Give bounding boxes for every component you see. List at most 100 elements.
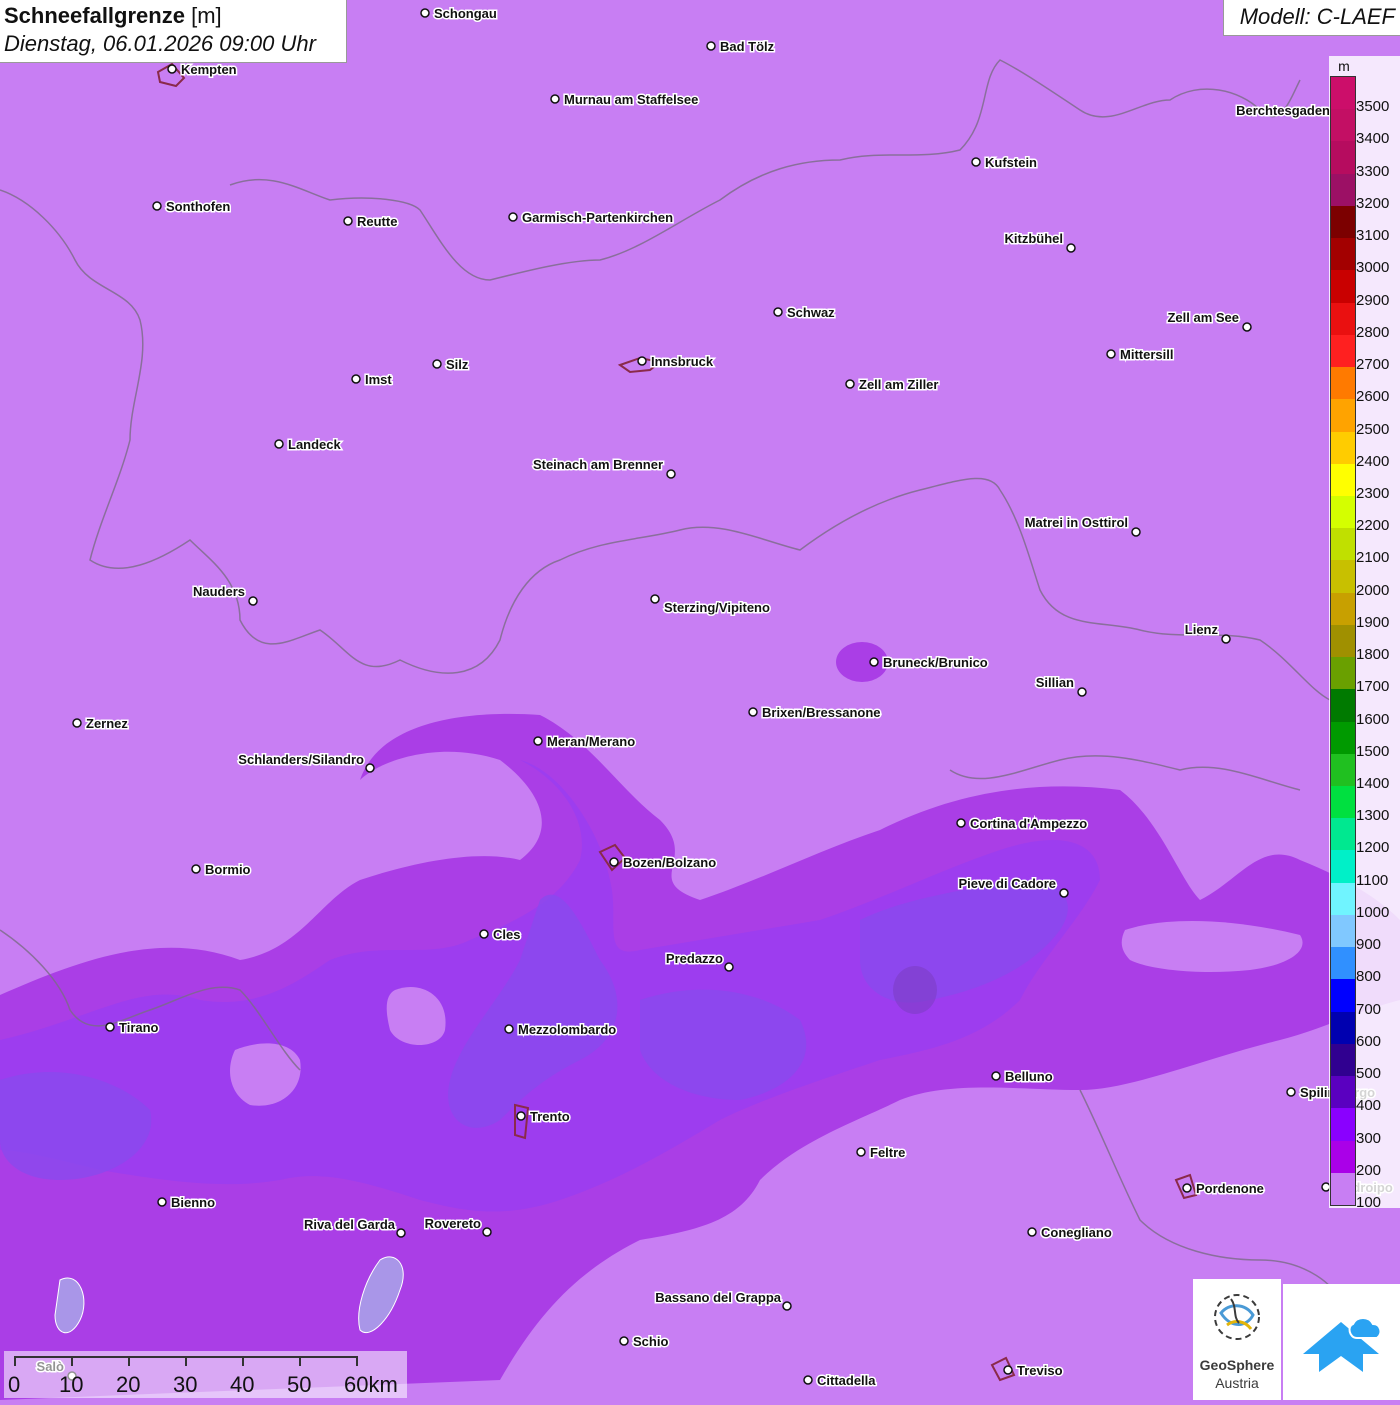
city-dot bbox=[274, 439, 284, 449]
city-dot bbox=[971, 157, 981, 167]
legend-label: 2800 bbox=[1356, 323, 1390, 341]
legend-label: 1800 bbox=[1356, 646, 1390, 664]
legend-label: 1100 bbox=[1356, 871, 1389, 889]
app-logo[interactable] bbox=[1283, 1284, 1400, 1400]
city-dot bbox=[1059, 888, 1069, 898]
city-label: Treviso bbox=[1017, 1363, 1063, 1378]
scale-tick bbox=[71, 1356, 73, 1366]
city-dot bbox=[1242, 322, 1252, 332]
city-dot bbox=[1027, 1227, 1037, 1237]
city-label: Landeck bbox=[288, 437, 342, 452]
city-dot bbox=[782, 1301, 792, 1311]
scale-tick bbox=[356, 1356, 358, 1366]
city-dot bbox=[1066, 243, 1076, 253]
legend-swatch bbox=[1331, 979, 1355, 1013]
city-marker[interactable]: Bruneck/Brunico bbox=[869, 654, 989, 672]
city-marker[interactable]: Murnau am Staffelsee bbox=[550, 91, 700, 109]
city-dot bbox=[637, 356, 647, 366]
geosphere-country: Austria bbox=[1215, 1375, 1259, 1391]
legend-swatch bbox=[1331, 624, 1355, 658]
city-label: Schio bbox=[633, 1334, 668, 1349]
city-dot bbox=[1077, 687, 1087, 697]
scale-tick bbox=[185, 1356, 187, 1366]
city-dot bbox=[72, 718, 82, 728]
city-marker[interactable]: Bozen/Bolzano bbox=[609, 854, 718, 872]
legend-swatch bbox=[1331, 463, 1355, 497]
legend-label: 2400 bbox=[1356, 452, 1390, 470]
city-dot bbox=[724, 962, 734, 972]
city-label: Bruneck/Brunico bbox=[883, 655, 988, 670]
city-label: Riva del Garda bbox=[304, 1217, 396, 1232]
city-label: Belluno bbox=[1005, 1069, 1053, 1084]
city-marker[interactable]: Garmisch-Partenkirchen bbox=[508, 209, 675, 227]
city-marker[interactable]: Mezzolombardo bbox=[504, 1021, 618, 1039]
legend-swatch bbox=[1331, 882, 1355, 916]
city-dot bbox=[773, 307, 783, 317]
legend-label: 2000 bbox=[1356, 581, 1390, 599]
legend-label: 800 bbox=[1356, 968, 1382, 986]
legend-swatch bbox=[1331, 270, 1355, 304]
legend-swatch bbox=[1331, 495, 1355, 529]
city-dot bbox=[504, 1024, 514, 1034]
city-dot bbox=[1182, 1183, 1192, 1193]
city-label: Zernez bbox=[86, 716, 128, 731]
city-dot bbox=[706, 41, 716, 51]
legend-swatch bbox=[1331, 334, 1355, 368]
city-marker[interactable]: Meran/Merano bbox=[533, 733, 637, 751]
city-marker[interactable]: Zell am Ziller bbox=[845, 376, 940, 394]
legend-label: 400 bbox=[1356, 1097, 1382, 1115]
city-dot bbox=[1003, 1365, 1013, 1375]
city-label: Kitzbühel bbox=[1005, 231, 1064, 246]
city-label: Sterzing/Vipiteno bbox=[664, 600, 770, 615]
legend-swatch bbox=[1331, 1076, 1355, 1109]
city-marker[interactable]: Cortina d'Ampezzo bbox=[956, 815, 1089, 833]
city-label: Kempten bbox=[181, 62, 237, 77]
city-label: Steinach am Brenner bbox=[533, 457, 663, 472]
legend-label: 2200 bbox=[1356, 517, 1390, 535]
city-label: Mezzolombardo bbox=[518, 1022, 616, 1037]
legend-label: 3100 bbox=[1356, 227, 1390, 245]
city-label: Reutte bbox=[357, 214, 397, 229]
city-marker[interactable]: Conegliano bbox=[1027, 1224, 1113, 1242]
map-title-text: Schneefallgrenze bbox=[4, 3, 185, 28]
legend-label: 3500 bbox=[1356, 98, 1390, 116]
city-label: Murnau am Staffelsee bbox=[564, 92, 698, 107]
city-label: Zell am See bbox=[1167, 310, 1239, 325]
city-label: Schlanders/Silandro bbox=[238, 752, 364, 767]
geosphere-name: GeoSphere bbox=[1199, 1357, 1275, 1373]
legend-label: 500 bbox=[1356, 1065, 1382, 1083]
legend-label: 1500 bbox=[1356, 742, 1390, 760]
city-marker[interactable]: Pordenone bbox=[1182, 1180, 1265, 1198]
legend-swatch bbox=[1331, 77, 1355, 110]
scale-tick bbox=[299, 1356, 301, 1366]
city-marker[interactable]: Brixen/Bressanone bbox=[748, 704, 882, 722]
geosphere-logo[interactable]: GeoSphere Austria bbox=[1193, 1279, 1281, 1400]
legend-label: 900 bbox=[1356, 936, 1382, 954]
legend-swatch bbox=[1331, 1172, 1355, 1206]
legend-label: 1700 bbox=[1356, 678, 1390, 696]
city-label: Schongau bbox=[434, 6, 497, 21]
legend-swatch bbox=[1331, 850, 1355, 884]
city-dot bbox=[432, 359, 442, 369]
legend-label: 2100 bbox=[1356, 549, 1390, 567]
city-dot bbox=[1221, 634, 1231, 644]
city-dot bbox=[609, 857, 619, 867]
legend-swatch bbox=[1331, 753, 1355, 787]
legend-swatch bbox=[1331, 399, 1355, 432]
legend-swatch bbox=[1331, 302, 1355, 336]
city-dot bbox=[396, 1228, 406, 1238]
scale-label: 30 bbox=[173, 1372, 198, 1397]
map-datetime: Dienstag, 06.01.2026 09:00 Uhr bbox=[4, 31, 316, 56]
legend-swatch bbox=[1331, 786, 1355, 819]
city-dot bbox=[343, 216, 353, 226]
city-dot bbox=[666, 469, 676, 479]
city-dot bbox=[748, 707, 758, 717]
city-label: Cittadella bbox=[817, 1373, 876, 1388]
snowline-spot-500 bbox=[893, 966, 937, 1014]
city-label: Lienz bbox=[1185, 622, 1219, 637]
legend-swatch bbox=[1331, 238, 1355, 271]
snowfall-map[interactable]: Schongau Bad Tölz Kempten Murnau am Staffel… bbox=[0, 0, 1400, 1400]
legend-label: 1900 bbox=[1356, 613, 1390, 631]
city-label: Bormio bbox=[205, 862, 251, 877]
city-dot bbox=[516, 1111, 526, 1121]
